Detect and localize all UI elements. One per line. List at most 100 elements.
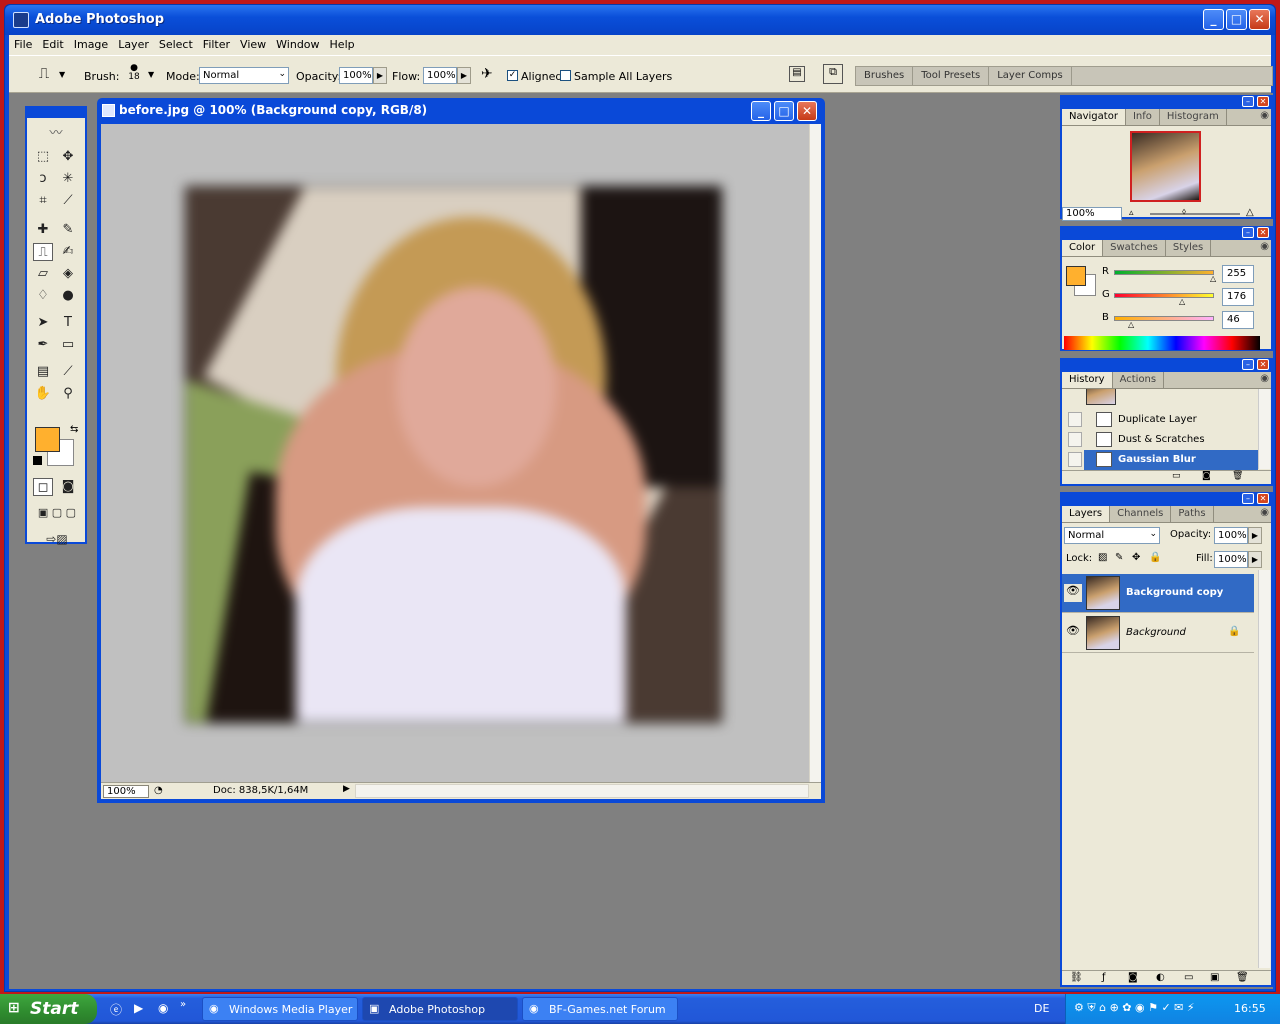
ie-icon[interactable]: ⓔ bbox=[110, 1001, 122, 1018]
marquee-tool-icon[interactable]: ⬚ bbox=[33, 148, 53, 166]
path-selection-tool-icon[interactable]: ➤ bbox=[33, 314, 53, 332]
close-button[interactable]: ✕ bbox=[1249, 9, 1270, 30]
tab-swatches[interactable]: Swatches bbox=[1103, 240, 1166, 256]
channel-g-slider[interactable] bbox=[1114, 293, 1214, 298]
adjustment-layer-icon[interactable]: ◐ bbox=[1156, 972, 1165, 983]
history-item[interactable]: Duplicate Layer bbox=[1062, 410, 1258, 430]
channel-b-value[interactable]: 46 bbox=[1222, 311, 1254, 329]
default-colors-icon[interactable] bbox=[33, 456, 42, 465]
clone-stamp-tool-icon[interactable]: ⎍ bbox=[33, 243, 53, 261]
tab-histogram[interactable]: Histogram bbox=[1160, 109, 1227, 125]
healing-brush-tool-icon[interactable]: ✚ bbox=[33, 221, 53, 239]
menu-view[interactable]: View bbox=[235, 35, 271, 51]
brush-dropdown-arrow-icon[interactable]: ▼ bbox=[148, 70, 154, 79]
document-minimize-button[interactable]: _ bbox=[751, 101, 771, 121]
lock-all-icon[interactable]: 🔒 bbox=[1149, 552, 1161, 563]
tab-layers[interactable]: Layers bbox=[1062, 506, 1111, 522]
lock-position-icon[interactable]: ✥ bbox=[1132, 552, 1140, 563]
palette-well-layer-comps[interactable]: Layer Comps bbox=[989, 67, 1072, 85]
trash-icon[interactable]: 🗑 bbox=[1236, 972, 1249, 983]
blur-tool-icon[interactable]: ♢ bbox=[33, 287, 53, 305]
channel-g-value[interactable]: 176 bbox=[1222, 288, 1254, 306]
eraser-tool-icon[interactable]: ▱ bbox=[33, 265, 53, 283]
tab-actions[interactable]: Actions bbox=[1113, 372, 1165, 388]
airbrush-icon[interactable]: ✈ bbox=[481, 66, 493, 82]
eyedropper-tool-icon[interactable]: ⟋ bbox=[58, 363, 78, 381]
lasso-tool-icon[interactable]: ↄ bbox=[33, 170, 53, 188]
history-snapshot-row[interactable] bbox=[1062, 389, 1258, 409]
language-indicator[interactable]: DE bbox=[1034, 1002, 1049, 1015]
notes-tool-icon[interactable]: ▤ bbox=[33, 363, 53, 381]
history-item[interactable]: Dust & Scratches bbox=[1062, 430, 1258, 450]
color-fg-swatch[interactable] bbox=[1066, 266, 1086, 286]
new-group-icon[interactable]: ▭ bbox=[1184, 972, 1193, 983]
navigator-zoom-field[interactable]: 100% bbox=[1062, 207, 1122, 221]
channel-b-thumb[interactable]: △ bbox=[1128, 320, 1134, 329]
tab-channels[interactable]: Channels bbox=[1110, 506, 1172, 522]
panel-close-button[interactable]: ✕ bbox=[1257, 227, 1269, 238]
quicklaunch-more-icon[interactable]: » bbox=[180, 999, 186, 1010]
taskbar-item-media-player[interactable]: ◉ Windows Media Player bbox=[202, 997, 358, 1021]
standard-mode-icon[interactable]: ◻ bbox=[33, 478, 53, 496]
trash-icon[interactable]: 🗑 bbox=[1232, 471, 1243, 481]
panel-minimize-button[interactable]: – bbox=[1242, 96, 1254, 107]
brush-picker[interactable]: ● 18 bbox=[123, 64, 145, 90]
flow-slider-button[interactable]: ▶ bbox=[457, 67, 471, 84]
slice-tool-icon[interactable]: ⟋ bbox=[58, 192, 78, 210]
menu-edit[interactable]: Edit bbox=[37, 35, 68, 51]
panel-menu-icon[interactable]: ◉ bbox=[1260, 507, 1269, 523]
menu-image[interactable]: Image bbox=[69, 35, 113, 51]
lock-transparency-icon[interactable]: ▨ bbox=[1098, 552, 1107, 563]
menu-select[interactable]: Select bbox=[154, 35, 198, 51]
start-button[interactable]: ⊞ Start bbox=[0, 994, 97, 1024]
layer-opacity-field[interactable]: 100% bbox=[1214, 527, 1248, 544]
color-spectrum-ramp[interactable] bbox=[1064, 336, 1260, 350]
document-vertical-scrollbar[interactable] bbox=[809, 124, 821, 782]
panel-close-button[interactable]: ✕ bbox=[1257, 359, 1269, 370]
document-maximize-button[interactable]: □ bbox=[774, 101, 794, 121]
firefox-icon[interactable]: ◉ bbox=[158, 1001, 168, 1015]
paint-bucket-tool-icon[interactable]: ◈ bbox=[58, 265, 78, 283]
tab-history[interactable]: History bbox=[1062, 372, 1113, 388]
layers-scrollbar[interactable] bbox=[1258, 570, 1270, 968]
taskbar-item-photoshop[interactable]: ▣ Adobe Photoshop bbox=[362, 997, 518, 1021]
menu-filter[interactable]: Filter bbox=[198, 35, 235, 51]
panel-minimize-button[interactable]: – bbox=[1242, 493, 1254, 504]
menu-file[interactable]: File bbox=[9, 35, 37, 51]
new-snapshot-icon[interactable]: ◙ bbox=[1202, 471, 1211, 481]
sample-all-layers-checkbox[interactable] bbox=[560, 70, 571, 81]
history-scrollbar[interactable] bbox=[1258, 389, 1270, 469]
link-layers-icon[interactable]: ⛓ bbox=[1070, 972, 1083, 983]
opacity-slider-button[interactable]: ▶ bbox=[373, 67, 387, 84]
maximize-button[interactable]: □ bbox=[1226, 9, 1247, 30]
minimize-button[interactable]: _ bbox=[1203, 9, 1224, 30]
document-canvas[interactable] bbox=[101, 124, 809, 782]
history-brush-tool-icon[interactable]: ✍ bbox=[58, 243, 78, 261]
file-browser-icon[interactable]: ▤ bbox=[789, 66, 805, 82]
menu-layer[interactable]: Layer bbox=[113, 35, 154, 51]
opacity-field[interactable]: 100% bbox=[339, 67, 373, 84]
tab-styles[interactable]: Styles bbox=[1166, 240, 1212, 256]
zoom-tool-icon[interactable]: ⚲ bbox=[58, 385, 78, 403]
history-item[interactable]: ▷ Gaussian Blur bbox=[1062, 450, 1258, 470]
zoom-in-icon[interactable]: △ bbox=[1246, 207, 1254, 218]
channel-r-value[interactable]: 255 bbox=[1222, 265, 1254, 283]
channel-g-thumb[interactable]: △ bbox=[1179, 297, 1185, 306]
navigator-thumbnail[interactable] bbox=[1130, 131, 1201, 202]
new-layer-icon[interactable]: ▣ bbox=[1210, 972, 1219, 983]
move-tool-icon[interactable]: ✥ bbox=[58, 148, 78, 166]
crop-tool-icon[interactable]: ⌗ bbox=[33, 192, 53, 210]
eye-icon[interactable]: 👁 bbox=[1064, 584, 1082, 602]
add-mask-icon[interactable]: ◙ bbox=[1128, 972, 1138, 983]
status-menu-arrow-icon[interactable]: ▶ bbox=[343, 784, 350, 794]
panel-close-button[interactable]: ✕ bbox=[1257, 96, 1269, 107]
document-close-button[interactable]: ✕ bbox=[797, 101, 817, 121]
fill-slider-button[interactable]: ▶ bbox=[1248, 551, 1262, 568]
aligned-checkbox[interactable]: ✓ bbox=[507, 70, 518, 81]
eye-icon[interactable]: 👁 bbox=[1064, 624, 1082, 642]
panel-close-button[interactable]: ✕ bbox=[1257, 493, 1269, 504]
navigator-zoom-slider[interactable] bbox=[1150, 213, 1240, 215]
tab-navigator[interactable]: Navigator bbox=[1062, 109, 1126, 125]
brush-tool-icon[interactable]: ✎ bbox=[58, 221, 78, 239]
rectangle-tool-icon[interactable]: ▭ bbox=[58, 336, 78, 354]
